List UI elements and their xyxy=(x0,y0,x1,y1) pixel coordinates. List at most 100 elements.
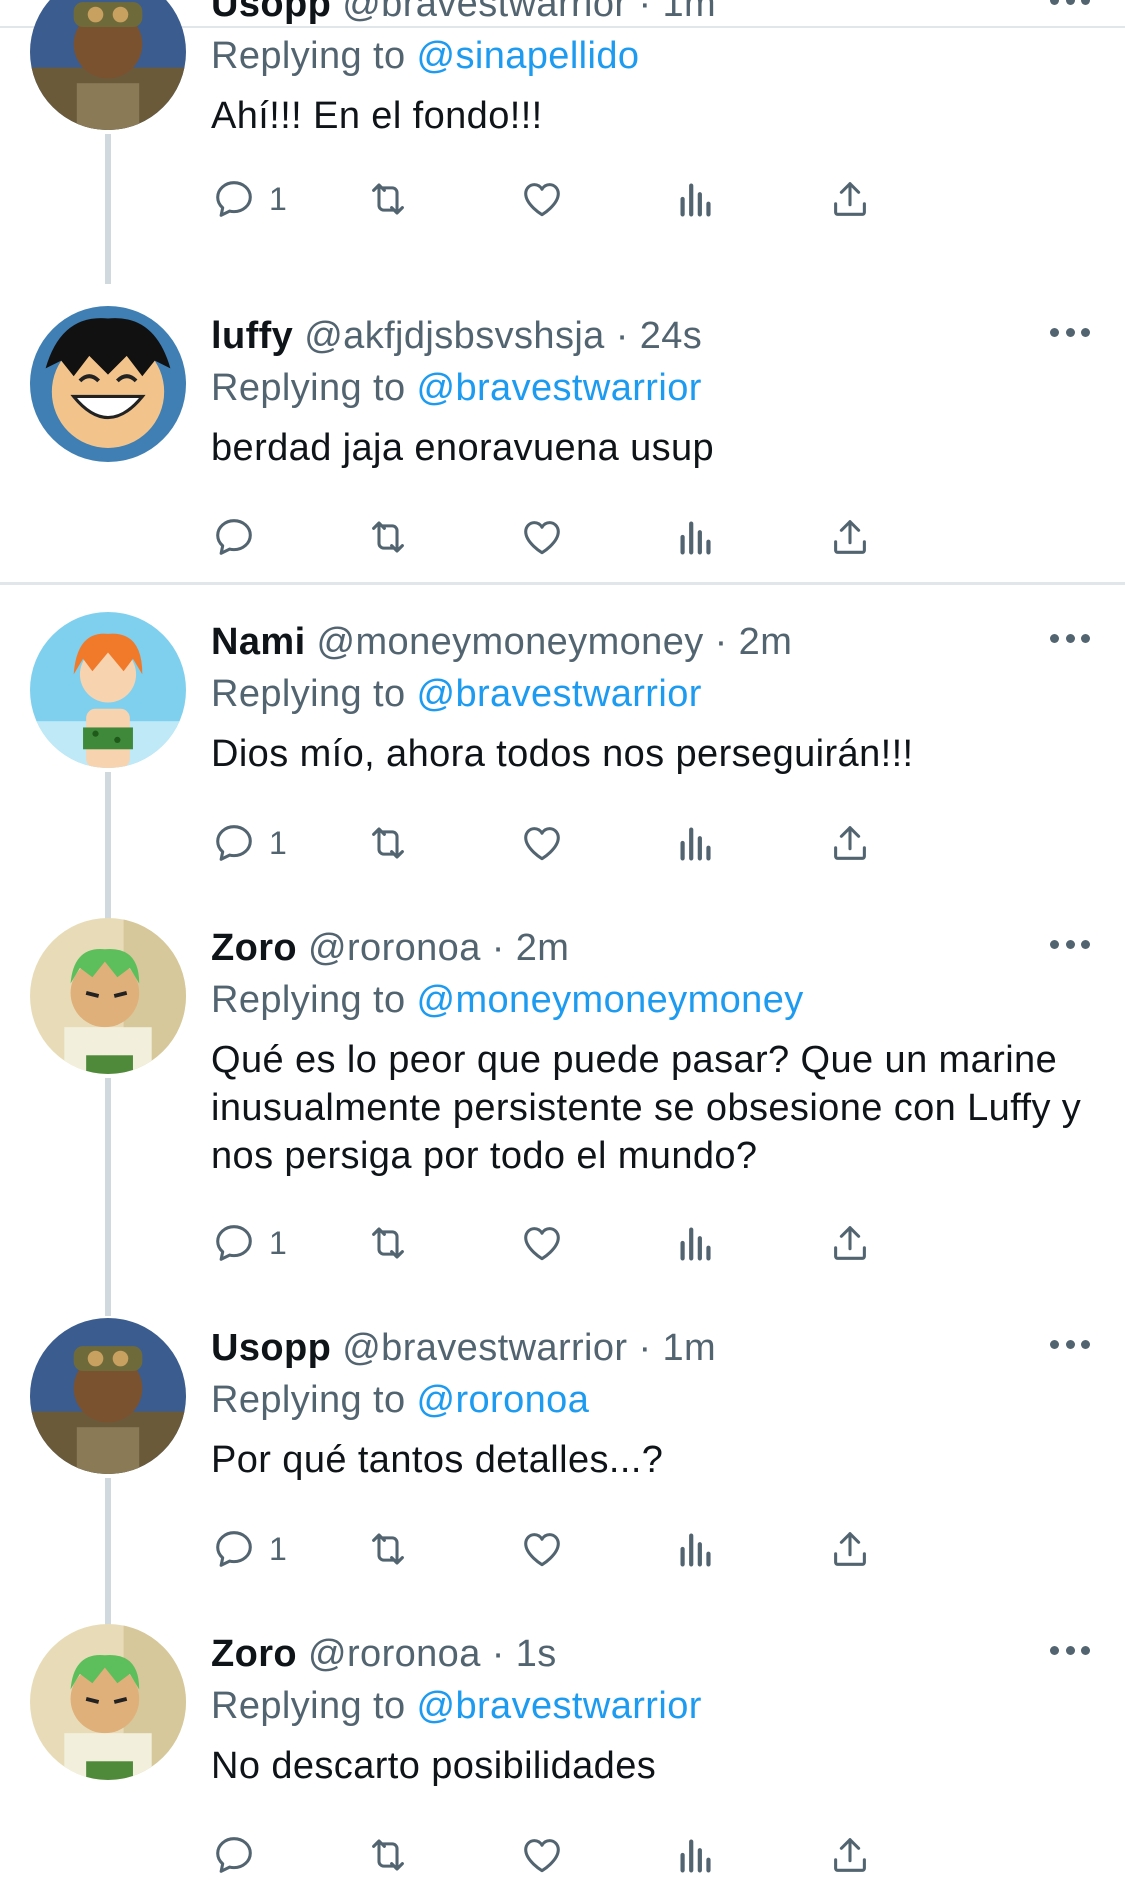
retweet-icon xyxy=(372,521,404,553)
timestamp[interactable]: 1m xyxy=(663,1327,717,1369)
author-name[interactable]: Nami xyxy=(211,621,306,663)
timestamp[interactable]: 24s xyxy=(640,315,702,357)
more-icon[interactable] xyxy=(1050,1638,1090,1662)
timestamp[interactable]: 2m xyxy=(739,621,793,663)
mention-link[interactable]: @bravestwarrior xyxy=(416,673,701,715)
mention-link[interactable]: @roronoa xyxy=(416,1379,589,1421)
avatar-usopp[interactable] xyxy=(30,0,186,130)
tweet-actions xyxy=(211,1830,1011,1880)
retweet-button[interactable] xyxy=(365,1218,411,1268)
like-button[interactable] xyxy=(519,174,565,224)
reply-icon xyxy=(216,1837,252,1873)
more-icon[interactable] xyxy=(1050,932,1090,956)
author-handle[interactable]: @roronoa xyxy=(308,1633,481,1675)
author-name[interactable]: Zoro xyxy=(211,1633,297,1675)
reply-button[interactable]: 1 xyxy=(211,818,287,868)
retweet-icon xyxy=(372,1227,404,1259)
reply-icon xyxy=(216,1531,252,1567)
more-icon[interactable] xyxy=(1050,626,1090,650)
like-button[interactable] xyxy=(519,512,565,562)
reply-count: 1 xyxy=(269,1224,287,1261)
timestamp[interactable]: 1s xyxy=(516,1633,557,1675)
heart-icon xyxy=(524,521,560,555)
mention-link[interactable]: @sinapellido xyxy=(416,35,639,77)
tweet-text: Dios mío, ahora todos nos perseguirán!!! xyxy=(211,733,914,775)
reply-count: 1 xyxy=(269,180,287,217)
mention-link[interactable]: @bravestwarrior xyxy=(416,367,701,409)
retweet-icon xyxy=(372,183,404,215)
views-icon xyxy=(680,1227,711,1261)
conversation-divider xyxy=(0,582,1125,585)
reply-button[interactable] xyxy=(211,512,269,562)
replying-label: Replying to xyxy=(211,1379,406,1421)
heart-icon xyxy=(524,1227,560,1261)
share-button[interactable] xyxy=(827,1524,873,1574)
separator-dot: · xyxy=(491,1633,505,1675)
reply-button[interactable] xyxy=(211,1830,269,1880)
timestamp[interactable]: 1m xyxy=(663,0,717,25)
views-button[interactable] xyxy=(673,1830,719,1880)
avatar-usopp[interactable] xyxy=(30,1318,186,1474)
avatar-zoro[interactable] xyxy=(30,1624,186,1780)
author-name[interactable]: Usopp xyxy=(211,1327,331,1369)
reply-count: 1 xyxy=(269,1530,287,1567)
retweet-button[interactable] xyxy=(365,1830,411,1880)
retweet-button[interactable] xyxy=(365,818,411,868)
more-icon[interactable] xyxy=(1050,0,1090,12)
like-button[interactable] xyxy=(519,1524,565,1574)
author-handle[interactable]: @bravestwarrior xyxy=(342,1327,627,1369)
views-icon xyxy=(680,183,711,217)
retweet-button[interactable] xyxy=(365,1524,411,1574)
share-button[interactable] xyxy=(827,1830,873,1880)
mention-link[interactable]: @bravestwarrior xyxy=(416,1685,701,1727)
author-name[interactable]: Zoro xyxy=(211,927,297,969)
share-button[interactable] xyxy=(827,1218,873,1268)
author-handle[interactable]: @akfjdjsbsvshsja xyxy=(304,315,605,357)
more-icon[interactable] xyxy=(1050,1332,1090,1356)
replying-to: Replying to @roronoa xyxy=(211,1376,589,1424)
views-icon xyxy=(680,1533,711,1567)
views-button[interactable] xyxy=(673,1524,719,1574)
tweet-text: berdad jaja enoravuena usup xyxy=(211,427,715,469)
tweet-actions: 1 xyxy=(211,1524,1011,1574)
author-name[interactable]: Usopp xyxy=(211,0,331,25)
heart-icon xyxy=(524,827,560,861)
like-button[interactable] xyxy=(519,1830,565,1880)
tweet-text: No descarto posibilidades xyxy=(211,1745,657,1787)
author-handle[interactable]: @bravestwarrior xyxy=(342,0,627,25)
author-name[interactable]: luffy xyxy=(211,315,293,357)
like-button[interactable] xyxy=(519,818,565,868)
retweet-button[interactable] xyxy=(365,174,411,224)
retweet-button[interactable] xyxy=(365,512,411,562)
tweet-actions: 1 xyxy=(211,174,1011,224)
more-icon[interactable] xyxy=(1050,320,1090,344)
replying-label: Replying to xyxy=(211,979,406,1021)
share-button[interactable] xyxy=(827,512,873,562)
avatar-zoro[interactable] xyxy=(30,918,186,1074)
share-button[interactable] xyxy=(827,818,873,868)
avatar-nami[interactable] xyxy=(30,612,186,768)
heart-icon xyxy=(524,1839,560,1873)
views-button[interactable] xyxy=(673,174,719,224)
share-button[interactable] xyxy=(827,174,873,224)
like-button[interactable] xyxy=(519,1218,565,1268)
separator-dot: · xyxy=(638,0,652,25)
reply-button[interactable]: 1 xyxy=(211,1218,287,1268)
share-icon xyxy=(834,1226,866,1260)
avatar-luffy[interactable] xyxy=(30,306,186,462)
timestamp[interactable]: 2m xyxy=(516,927,570,969)
retweet-icon xyxy=(372,827,404,859)
views-button[interactable] xyxy=(673,1218,719,1268)
author-handle[interactable]: @roronoa xyxy=(308,927,481,969)
thread-line xyxy=(105,1078,111,1316)
reply-icon xyxy=(216,1225,252,1261)
reply-count: 1 xyxy=(269,824,287,861)
thread-line xyxy=(105,134,111,284)
reply-button[interactable]: 1 xyxy=(211,1524,287,1574)
mention-link[interactable]: @moneymoneymoney xyxy=(416,979,803,1021)
views-button[interactable] xyxy=(673,512,719,562)
reply-icon xyxy=(216,181,252,217)
reply-button[interactable]: 1 xyxy=(211,174,287,224)
views-button[interactable] xyxy=(673,818,719,868)
author-handle[interactable]: @moneymoneymoney xyxy=(317,621,704,663)
